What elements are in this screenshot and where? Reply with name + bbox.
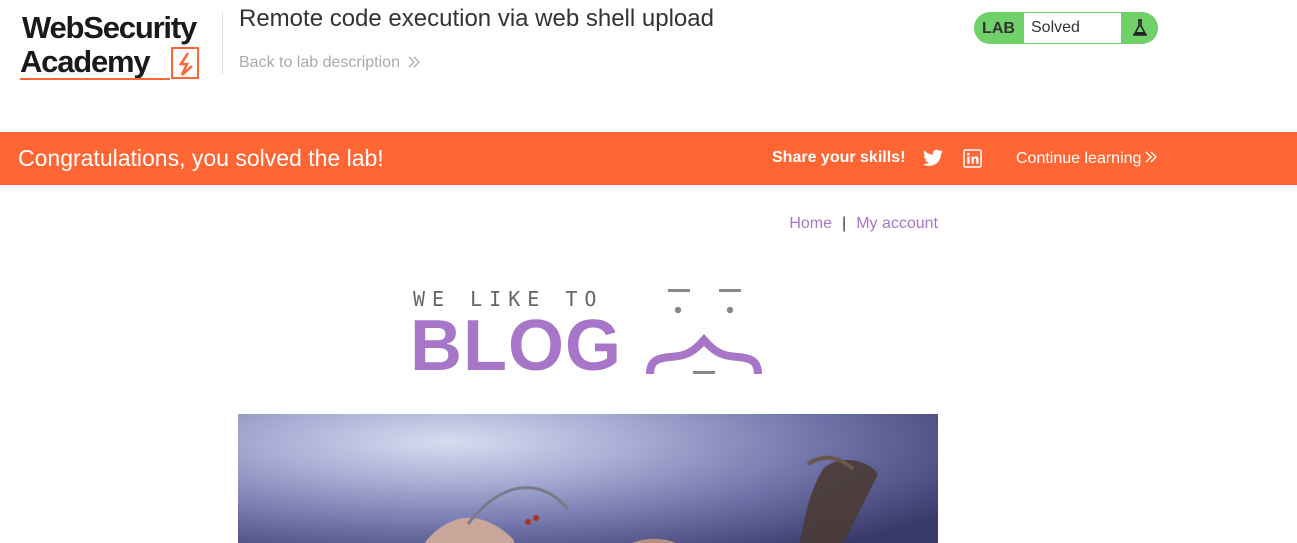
- back-link-label: Back to lab description: [239, 54, 400, 71]
- double-chevron-right-icon: [408, 55, 420, 71]
- top-nav: Home | My account: [789, 215, 938, 233]
- header-divider: [222, 12, 223, 74]
- lab-title: Remote code execution via web shell uplo…: [239, 5, 714, 32]
- logo-line2: Academy: [20, 44, 151, 79]
- nav-my-account-link[interactable]: My account: [856, 215, 938, 232]
- double-chevron-right-icon: [1145, 150, 1158, 168]
- congratulations-message: Congratulations, you solved the lab!: [18, 145, 384, 171]
- flask-icon: [1122, 12, 1158, 44]
- linkedin-icon[interactable]: [963, 149, 982, 168]
- nav-home-link[interactable]: Home: [789, 215, 832, 232]
- logo-line1: WebSecurity: [22, 10, 197, 45]
- lab-status-label: LAB: [982, 20, 1015, 37]
- solved-banner: Congratulations, you solved the lab! Sha…: [0, 132, 1297, 185]
- back-to-lab-description-link[interactable]: Back to lab description: [239, 54, 420, 72]
- hero-illustration: [424, 455, 878, 543]
- lab-status-value: Solved: [1023, 12, 1122, 44]
- logo-underline: [20, 78, 170, 80]
- continue-learning-link[interactable]: Continue learning: [1016, 150, 1158, 168]
- blog-wordmark: BLOG: [410, 306, 622, 386]
- blog-logo: WE LIKE TO BLOG: [410, 284, 770, 384]
- continue-learning-label: Continue learning: [1016, 150, 1142, 167]
- blog-face-icon: [646, 289, 762, 375]
- lab-status-widget: LAB Solved: [974, 12, 1158, 44]
- nav-separator: |: [842, 215, 847, 232]
- share-skills-label: Share your skills!: [772, 149, 906, 166]
- twitter-icon[interactable]: [923, 149, 943, 167]
- lightning-icon: [171, 47, 199, 79]
- web-security-academy-logo[interactable]: WebSecurity Academy: [20, 10, 220, 82]
- blog-post-image[interactable]: [238, 414, 938, 543]
